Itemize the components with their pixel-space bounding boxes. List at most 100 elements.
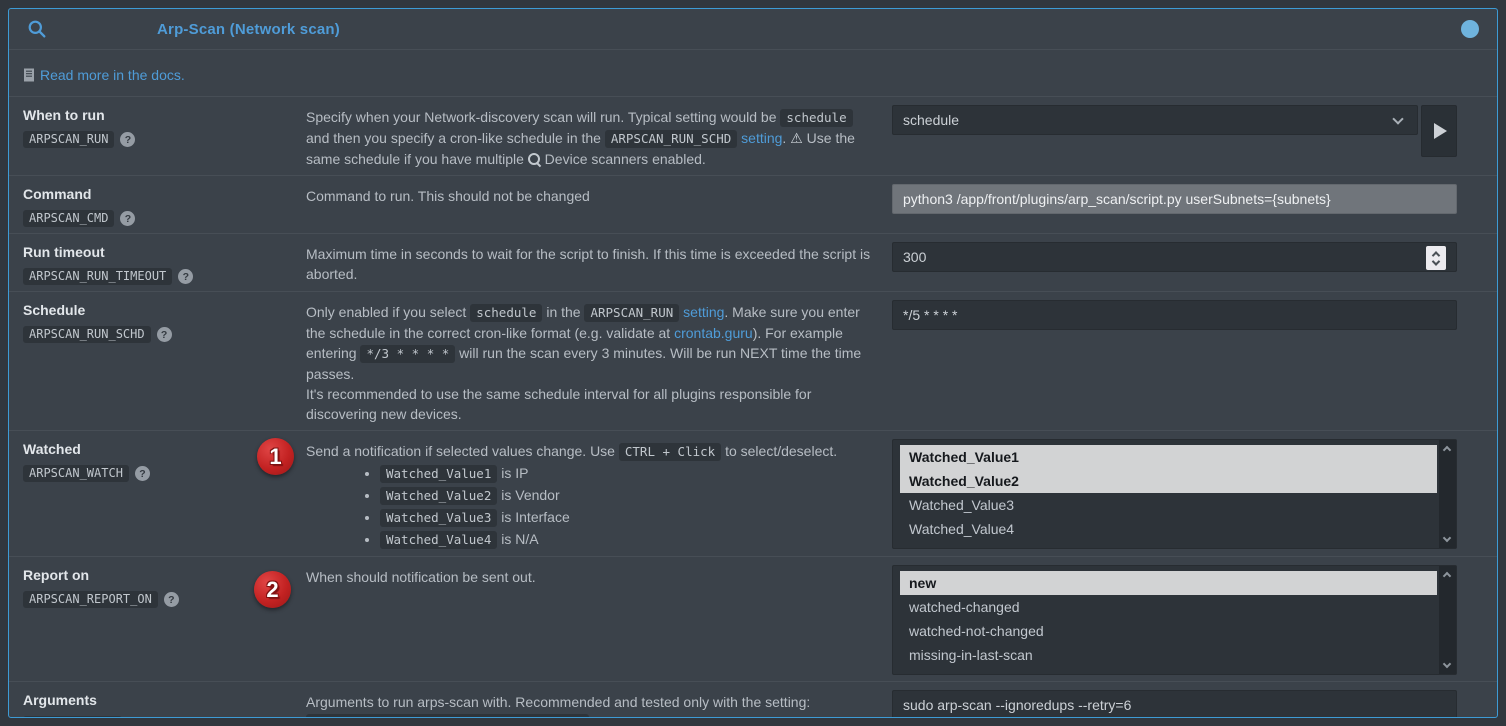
setting-code: ARPSCAN_RUN: [23, 131, 114, 148]
setting-code: ARPSCAN_CMD: [23, 210, 114, 227]
description-bullet: Watched_Value4 is N/A: [380, 529, 878, 550]
docs-row: Read more in the docs.: [9, 50, 1497, 97]
setting-label-column: Run timeout ARPSCAN_RUN_TIMEOUT ?: [23, 242, 306, 285]
setting-control-column: [892, 300, 1483, 424]
setting-name: Arguments: [23, 690, 306, 708]
help-icon[interactable]: ?: [157, 327, 172, 342]
arpscan-run-select[interactable]: schedule: [892, 105, 1418, 135]
setting-control-column: [892, 184, 1483, 227]
docs-link-label: Read more in the docs.: [40, 67, 185, 83]
description-text: and then you specify a cron-like schedul…: [306, 130, 605, 146]
search-icon[interactable]: [27, 19, 47, 39]
multiselect-option[interactable]: missing-in-last-scan: [900, 643, 1437, 667]
description-text: .: [589, 714, 597, 718]
setting-row-command: Command ARPSCAN_CMD ? Command to run. Th…: [9, 176, 1497, 234]
inline-link[interactable]: setting: [683, 304, 724, 320]
chevron-down-icon: [1392, 113, 1403, 124]
setting-description: Arguments to run arps-scan with. Recomme…: [306, 690, 892, 718]
description-text: in the: [542, 304, 584, 320]
help-icon[interactable]: ?: [164, 592, 179, 607]
page: Arp-Scan (Network scan) Read more in the…: [0, 0, 1506, 726]
run-now-button[interactable]: [1421, 105, 1457, 157]
inline-code: CTRL + Click: [619, 443, 721, 461]
panel-header: Arp-Scan (Network scan): [9, 9, 1497, 50]
setting-control-column: schedule: [892, 105, 1483, 169]
select-value: schedule: [903, 112, 959, 128]
scrollbar[interactable]: [1439, 440, 1456, 548]
scroll-down-icon[interactable]: [1443, 534, 1451, 542]
multiselect-option[interactable]: Watched_Value1: [900, 445, 1437, 469]
setting-control-column: newwatched-changedwatched-not-changedmis…: [892, 565, 1483, 675]
schedule-input[interactable]: [892, 300, 1457, 330]
multiselect-option[interactable]: new: [900, 571, 1437, 595]
inline-link[interactable]: crontab.guru: [674, 325, 753, 341]
annotation-badge-1: 1: [257, 438, 294, 475]
plugin-settings-panel: Arp-Scan (Network scan) Read more in the…: [8, 8, 1498, 718]
scroll-up-icon[interactable]: [1443, 446, 1451, 454]
setting-description: When should notification be sent out.: [306, 565, 892, 675]
description-text: Only enabled if you select: [306, 304, 470, 320]
help-icon[interactable]: ?: [120, 132, 135, 147]
setting-code: ARPSCAN_REPORT_ON: [23, 591, 158, 608]
multiselect-option[interactable]: watched-not-changed: [900, 619, 1437, 643]
inline-code: Watched_Value3: [380, 509, 497, 527]
help-icon[interactable]: ?: [128, 717, 143, 718]
scrollbar[interactable]: [1439, 566, 1456, 674]
arpscan-args-input[interactable]: [892, 690, 1457, 718]
help-icon[interactable]: ?: [178, 269, 193, 284]
scroll-down-icon[interactable]: [1443, 660, 1451, 668]
zoom-icon: [528, 153, 541, 166]
number-spinner[interactable]: [1426, 246, 1446, 270]
description-text: Maximum time in seconds to wait for the …: [306, 246, 870, 282]
description-text: Send a notification if selected values c…: [306, 443, 619, 459]
help-icon[interactable]: ?: [120, 211, 135, 226]
description-text: Specify when your Network-discovery scan…: [306, 109, 780, 125]
arpscan-cmd-input[interactable]: [892, 184, 1457, 214]
description-bullet: Watched_Value3 is Interface: [380, 507, 878, 528]
run-timeout-input[interactable]: 300: [892, 242, 1457, 272]
multiselect-option[interactable]: Watched_Value4: [900, 517, 1437, 541]
number-value: 300: [903, 249, 926, 265]
multiselect-option[interactable]: Watched_Value2: [900, 469, 1437, 493]
setting-row-arguments: Arguments ARPSCAN_ARGS ? Arguments to ru…: [9, 682, 1497, 718]
inline-code: Watched_Value2: [380, 487, 497, 505]
status-dot[interactable]: [1461, 20, 1479, 38]
scroll-up-icon[interactable]: [1443, 572, 1451, 580]
arpscan-report-on-multiselect[interactable]: newwatched-changedwatched-not-changedmis…: [892, 565, 1457, 675]
play-icon: [1434, 123, 1447, 139]
setting-description: Maximum time in seconds to wait for the …: [306, 242, 892, 285]
setting-code: ARPSCAN_WATCH: [23, 465, 129, 482]
description-text: to select/deselect.: [721, 443, 837, 459]
setting-label-column: Schedule ARPSCAN_RUN_SCHD ?: [23, 300, 306, 424]
book-icon: [23, 68, 35, 82]
setting-description: Specify when your Network-discovery scan…: [306, 105, 892, 169]
description-text: Device scanners enabled.: [541, 151, 706, 167]
help-icon[interactable]: ?: [135, 466, 150, 481]
inline-code: schedule: [780, 109, 852, 127]
description-text: is IP: [497, 465, 528, 481]
description-text: is N/A: [497, 531, 538, 547]
setting-row-schedule: Schedule ARPSCAN_RUN_SCHD ? Only enabled…: [9, 292, 1497, 431]
inline-code: sudo arp-scan --ignoredups --retry=6: [306, 714, 589, 718]
description-bullet: Watched_Value1 is IP: [380, 463, 878, 484]
inline-link[interactable]: setting: [741, 130, 782, 146]
docs-link[interactable]: Read more in the docs.: [23, 67, 185, 83]
setting-description: Only enabled if you select schedule in t…: [306, 300, 892, 424]
setting-description: Send a notification if selected values c…: [306, 439, 892, 550]
multiselect-option[interactable]: watched-changed: [900, 595, 1437, 619]
setting-code: ARPSCAN_RUN_SCHD: [23, 326, 151, 343]
inline-code: ARPSCAN_RUN_SCHD: [605, 130, 737, 148]
setting-description: Command to run. This should not be chang…: [306, 184, 892, 227]
setting-name: Run timeout: [23, 242, 306, 260]
description-text: Command to run. This should not be chang…: [306, 188, 590, 204]
setting-control-column: 300: [892, 242, 1483, 285]
inline-code: */3 * * * *: [360, 345, 455, 363]
inline-code: Watched_Value1: [380, 465, 497, 483]
description-text: is Interface: [497, 509, 569, 525]
multiselect-option[interactable]: Watched_Value3: [900, 493, 1437, 517]
warning-icon: ⚠: [790, 131, 803, 147]
setting-row-watched: Watched ARPSCAN_WATCH ? Send a notificat…: [9, 431, 1497, 557]
setting-row-when-to-run: When to run ARPSCAN_RUN ? Specify when y…: [9, 97, 1497, 176]
setting-label-column: Arguments ARPSCAN_ARGS ?: [23, 690, 306, 718]
arpscan-watch-multiselect[interactable]: Watched_Value1Watched_Value2Watched_Valu…: [892, 439, 1457, 549]
